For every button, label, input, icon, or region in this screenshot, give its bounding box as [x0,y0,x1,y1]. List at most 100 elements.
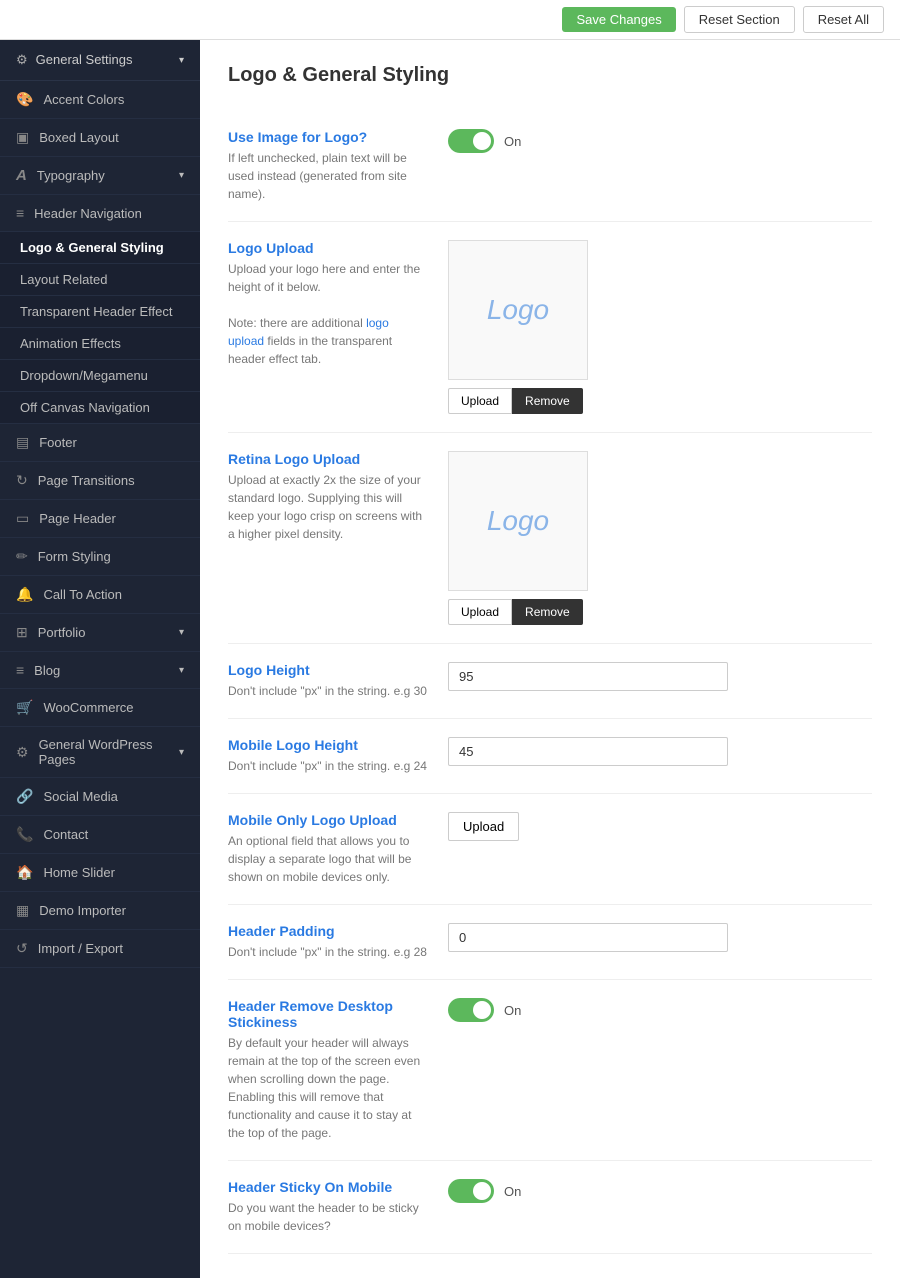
toggle-sticky-mobile-on-label: On [504,1184,521,1199]
sidebar: ⚙General Settings ▾ 🎨 Accent Colors ▣ Bo… [0,40,200,1278]
header-padding-input[interactable] [448,923,728,952]
setting-desc-header-remove-desktop-stickiness: By default your header will always remai… [228,1034,428,1142]
layout: ⚙General Settings ▾ 🎨 Accent Colors ▣ Bo… [0,40,900,1278]
typography-icon: A [16,167,27,184]
setting-mobile-logo-height: Mobile Logo Height Don't include "px" in… [228,719,872,794]
setting-label-mobile-only-logo-upload: Mobile Only Logo Upload [228,812,428,828]
setting-label-logo-height: Logo Height [228,662,428,678]
sidebar-item-general-wordpress-pages[interactable]: ⚙ General WordPress Pages ▾ [0,727,200,778]
footer-icon: ▤ [16,434,29,451]
retina-logo-upload-button[interactable]: Upload [448,599,512,625]
retina-logo-placeholder-text: Logo [487,505,549,537]
sidebar-item-typography[interactable]: A Typography ▾ [0,157,200,195]
sidebar-item-call-to-action[interactable]: 🔔 Call To Action [0,576,200,614]
sidebar-item-accent-colors[interactable]: 🎨 Accent Colors [0,81,200,119]
setting-desc-logo-upload: Upload your logo here and enter the heig… [228,260,428,368]
nav-icon: ≡ [16,205,24,221]
toggle-header-sticky-on-mobile[interactable] [448,1179,494,1203]
setting-desc-use-image-for-logo: If left unchecked, plain text will be us… [228,149,428,203]
sidebar-subitem-layout-related[interactable]: Layout Related [0,264,200,296]
phone-icon: 📞 [16,826,33,843]
setting-mobile-only-logo-upload: Mobile Only Logo Upload An optional fiel… [228,794,872,905]
sidebar-item-import-export[interactable]: ↺ Import / Export [0,930,200,968]
setting-desc-logo-height: Don't include "px" in the string. e.g 30 [228,682,428,700]
toggle-on-label: On [504,134,521,149]
setting-retina-logo-upload: Retina Logo Upload Upload at exactly 2x … [228,433,872,644]
setting-use-image-for-logo: Use Image for Logo? If left unchecked, p… [228,111,872,222]
toggle-use-image-for-logo[interactable] [448,129,494,153]
sidebar-item-woocommerce[interactable]: 🛒 WooCommerce [0,689,200,727]
setting-desc-header-padding: Don't include "px" in the string. e.g 28 [228,943,428,961]
sidebar-section-general-settings[interactable]: ⚙General Settings ▾ [0,40,200,81]
logo-remove-button[interactable]: Remove [512,388,583,414]
box-icon: ▣ [16,129,29,146]
mobile-logo-height-input[interactable] [448,737,728,766]
wordpress-icon: ⚙ [16,744,29,761]
blog-icon: ≡ [16,662,24,678]
chevron-down-icon: ▾ [179,747,184,758]
setting-label-mobile-logo-height: Mobile Logo Height [228,737,428,753]
setting-header-padding: Header Padding Don't include "px" in the… [228,905,872,980]
portfolio-icon: ⊞ [16,624,28,641]
social-icon: 🔗 [16,788,33,805]
toggle-stickiness-on-label: On [504,1003,521,1018]
save-changes-button[interactable]: Save Changes [562,7,675,32]
setting-label-logo-upload: Logo Upload [228,240,428,256]
toggle-header-remove-desktop-stickiness[interactable] [448,998,494,1022]
logo-upload-button[interactable]: Upload [448,388,512,414]
setting-label-header-padding: Header Padding [228,923,428,939]
main-content: Logo & General Styling Use Image for Log… [200,40,900,1278]
sidebar-item-demo-importer[interactable]: ▦ Demo Importer [0,892,200,930]
bell-icon: 🔔 [16,586,33,603]
setting-label-header-sticky-on-mobile: Header Sticky On Mobile [228,1179,428,1195]
gear-icon: ⚙ [16,52,28,67]
setting-label-header-remove-desktop-stickiness: Header Remove Desktop Stickiness [228,998,428,1030]
chevron-down-icon: ▾ [179,170,184,181]
demo-icon: ▦ [16,902,29,919]
setting-logo-height: Logo Height Don't include "px" in the st… [228,644,872,719]
sidebar-item-home-slider[interactable]: 🏠 Home Slider [0,854,200,892]
logo-height-input[interactable] [448,662,728,691]
palette-icon: 🎨 [16,91,33,108]
sidebar-item-form-styling[interactable]: ✏ Form Styling [0,538,200,576]
sidebar-subitem-off-canvas-navigation[interactable]: Off Canvas Navigation [0,392,200,424]
chevron-down-icon: ▾ [179,627,184,638]
sidebar-item-social-media[interactable]: 🔗 Social Media [0,778,200,816]
logo-upload-link[interactable]: logo upload [228,316,389,348]
sidebar-subitem-transparent-header-effect[interactable]: Transparent Header Effect [0,296,200,328]
setting-desc-retina-logo-upload: Upload at exactly 2x the size of your st… [228,471,428,543]
form-icon: ✏ [16,548,28,565]
transitions-icon: ↻ [16,472,28,489]
sidebar-item-page-header[interactable]: ▭ Page Header [0,500,200,538]
sidebar-subitem-logo-general-styling[interactable]: Logo & General Styling [0,232,200,264]
top-bar: Save Changes Reset Section Reset All [0,0,900,40]
setting-header-remove-desktop-stickiness: Header Remove Desktop Stickiness By defa… [228,980,872,1161]
setting-desc-mobile-only-logo-upload: An optional field that allows you to dis… [228,832,428,886]
page-title: Logo & General Styling [228,64,872,87]
cart-icon: 🛒 [16,699,33,716]
sidebar-item-boxed-layout[interactable]: ▣ Boxed Layout [0,119,200,157]
mobile-logo-upload-button[interactable]: Upload [448,812,519,841]
sidebar-item-blog[interactable]: ≡ Blog ▾ [0,652,200,689]
import-export-icon: ↺ [16,940,28,957]
retina-logo-preview-box: Logo [448,451,588,591]
sidebar-subitem-animation-effects[interactable]: Animation Effects [0,328,200,360]
reset-section-button[interactable]: Reset Section [684,6,795,33]
sidebar-item-header-navigation[interactable]: ≡ Header Navigation [0,195,200,232]
sidebar-item-footer[interactable]: ▤ Footer [0,424,200,462]
chevron-down-icon: ▾ [179,665,184,676]
setting-desc-header-sticky-on-mobile: Do you want the header to be sticky on m… [228,1199,428,1235]
sidebar-subitem-dropdown-megamenu[interactable]: Dropdown/Megamenu [0,360,200,392]
sidebar-item-portfolio[interactable]: ⊞ Portfolio ▾ [0,614,200,652]
page-header-icon: ▭ [16,510,29,527]
sidebar-item-page-transitions[interactable]: ↻ Page Transitions [0,462,200,500]
sidebar-item-contact[interactable]: 📞 Contact [0,816,200,854]
setting-header-sticky-on-mobile: Header Sticky On Mobile Do you want the … [228,1161,872,1254]
retina-logo-remove-button[interactable]: Remove [512,599,583,625]
setting-label-use-image-for-logo: Use Image for Logo? [228,129,428,145]
chevron-down-icon: ▾ [179,55,184,66]
setting-desc-mobile-logo-height: Don't include "px" in the string. e.g 24 [228,757,428,775]
reset-all-button[interactable]: Reset All [803,6,884,33]
setting-label-retina-logo-upload: Retina Logo Upload [228,451,428,467]
home-icon: 🏠 [16,864,33,881]
